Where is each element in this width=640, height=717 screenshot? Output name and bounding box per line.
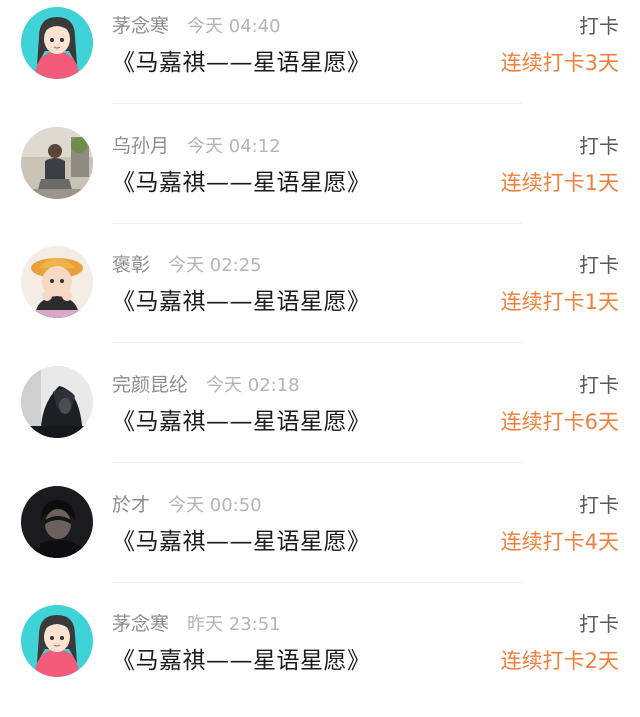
user-name[interactable]: 乌孙月 (112, 135, 169, 157)
post-time: 今天 02:25 (168, 255, 262, 276)
checkin-label: 打卡 (579, 253, 619, 277)
streak-count: 连续打卡1天 (500, 171, 619, 195)
checkin-feed: 茅念寒 今天 04:40 《马嘉祺——星语星愿》 打卡 连续打卡3天 乌孙月 今天 … (0, 0, 640, 693)
streak-count: 连续打卡1天 (500, 290, 619, 314)
name-line: 褒彰 今天 02:25 (112, 252, 262, 278)
song-title[interactable]: 《马嘉祺——星语星愿》 (112, 405, 371, 439)
user-name[interactable]: 茅念寒 (112, 15, 169, 37)
streak-count: 连续打卡4天 (500, 530, 619, 554)
song-title[interactable]: 《马嘉祺——星语星愿》 (112, 46, 371, 80)
song-title[interactable]: 《马嘉祺——星语星愿》 (112, 525, 371, 559)
row-divider (112, 342, 522, 343)
song-title[interactable]: 《马嘉祺——星语星愿》 (112, 285, 371, 319)
row-divider (112, 582, 522, 583)
post-time: 今天 04:12 (187, 136, 281, 157)
child-with-hat-avatar-icon[interactable] (21, 246, 93, 318)
user-name[interactable]: 茅念寒 (112, 613, 169, 635)
man-sitting-photo-avatar-icon[interactable] (21, 127, 93, 199)
name-line: 茅念寒 今天 04:40 (112, 13, 281, 39)
feed-item[interactable]: 乌孙月 今天 04:12 《马嘉祺——星语星愿》 打卡 连续打卡1天 (0, 120, 640, 239)
user-name[interactable]: 於才 (112, 494, 150, 516)
row-divider (112, 103, 522, 104)
checkin-label: 打卡 (579, 134, 619, 158)
feed-item[interactable]: 茅念寒 昨天 23:51 《马嘉祺——星语星愿》 打卡 连续打卡2天 (0, 598, 640, 717)
song-title[interactable]: 《马嘉祺——星语星愿》 (112, 166, 371, 200)
user-name[interactable]: 褒彰 (112, 254, 150, 276)
row-divider (112, 223, 522, 224)
name-line: 於才 今天 00:50 (112, 492, 262, 518)
anime-girl-avatar-icon[interactable] (21, 7, 93, 79)
checkin-label: 打卡 (579, 373, 619, 397)
streak-count: 连续打卡6天 (500, 410, 619, 434)
name-line: 乌孙月 今天 04:12 (112, 133, 281, 159)
feed-item[interactable]: 褒彰 今天 02:25 《马嘉祺——星语星愿》 打卡 连续打卡1天 (0, 239, 640, 358)
user-name[interactable]: 完颜昆纶 (112, 374, 188, 396)
song-title[interactable]: 《马嘉祺——星语星愿》 (112, 644, 371, 678)
feed-item[interactable]: 完颜昆纶 今天 02:18 《马嘉祺——星语星愿》 打卡 连续打卡6天 (0, 359, 640, 478)
checkin-label: 打卡 (579, 14, 619, 38)
feed-item[interactable]: 茅念寒 今天 04:40 《马嘉祺——星语星愿》 打卡 连续打卡3天 (0, 0, 640, 119)
streak-count: 连续打卡2天 (500, 649, 619, 673)
dark-portrait-avatar-icon[interactable] (21, 486, 93, 558)
post-time: 今天 02:18 (206, 375, 300, 396)
feed-item[interactable]: 於才 今天 00:50 《马嘉祺——星语星愿》 打卡 连续打卡4天 (0, 479, 640, 598)
name-line: 完颜昆纶 今天 02:18 (112, 372, 300, 398)
post-time: 今天 04:40 (187, 16, 281, 37)
anime-girl-avatar-icon[interactable] (21, 605, 93, 677)
checkin-label: 打卡 (579, 612, 619, 636)
name-line: 茅念寒 昨天 23:51 (112, 611, 281, 637)
post-time: 今天 00:50 (168, 495, 262, 516)
post-time: 昨天 23:51 (187, 614, 281, 635)
row-divider (112, 462, 522, 463)
streak-count: 连续打卡3天 (500, 51, 619, 75)
checkin-label: 打卡 (579, 493, 619, 517)
dark-hooded-figure-avatar-icon[interactable] (21, 366, 93, 438)
